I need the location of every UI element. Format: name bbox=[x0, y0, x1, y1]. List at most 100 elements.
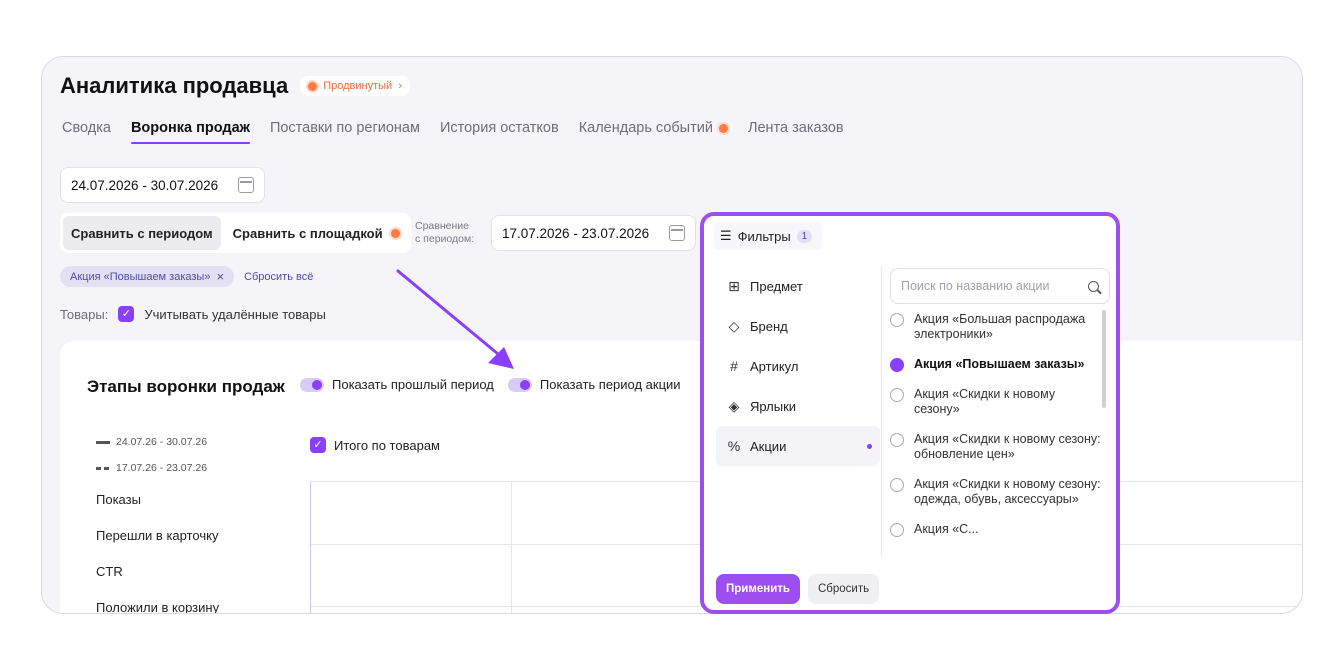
toggle-switch[interactable] bbox=[300, 377, 324, 392]
promo-option[interactable]: Акция «Скидки к новому сезону» bbox=[890, 387, 1104, 417]
promo-option[interactable]: Акция «Скидки к новому сезону: одежда, о… bbox=[890, 477, 1104, 507]
date-range-value: 24.07.2026 - 30.07.2026 bbox=[71, 177, 219, 193]
toggle-prev-period[interactable]: Показать прошлый период bbox=[300, 377, 494, 392]
annotation-arrow-icon bbox=[396, 269, 514, 369]
category-promotions[interactable]: % Акции bbox=[716, 426, 880, 466]
compare-platform-label: Сравнить с площадкой bbox=[232, 225, 383, 241]
radio-button[interactable] bbox=[890, 433, 904, 447]
promo-search-input[interactable]: Поиск по названию акции bbox=[890, 268, 1110, 304]
promo-option[interactable]: Акция «Большая распродажа электроники» bbox=[890, 312, 1104, 342]
hash-icon: # bbox=[730, 358, 738, 374]
funnel-toggles: Показать прошлый период Показать период … bbox=[300, 377, 685, 392]
grid-line bbox=[511, 482, 512, 613]
tab-summary[interactable]: Сводка bbox=[62, 120, 111, 144]
plan-badge[interactable]: Продвинутый › bbox=[300, 76, 410, 96]
page-title: Аналитика продавца bbox=[60, 73, 289, 98]
date-range-input[interactable]: 24.07.2026 - 30.07.2026 bbox=[60, 167, 265, 203]
chevron-right-icon: › bbox=[398, 80, 402, 92]
option-label: Акция «Скидки к новому сезону: обновлени… bbox=[914, 432, 1101, 461]
compare-period-caption: Сравнение с периодом: bbox=[415, 220, 474, 246]
tab-orders-feed[interactable]: Лента заказов bbox=[748, 120, 844, 144]
filters-title: Фильтры bbox=[737, 228, 791, 244]
category-brand[interactable]: ◇ Бренд bbox=[716, 306, 880, 346]
tab-sales-funnel[interactable]: Воронка продаж bbox=[130, 120, 250, 144]
compare-date-input[interactable]: 17.07.2026 - 23.07.2026 bbox=[491, 215, 696, 251]
radio-button[interactable] bbox=[890, 523, 904, 537]
tags-icon: ◈ bbox=[728, 397, 740, 414]
tab-bar: Сводка Воронка продаж Поставки по регион… bbox=[62, 120, 844, 144]
toggle-label: Показать прошлый период bbox=[332, 377, 494, 392]
compare-platform-button[interactable]: Сравнить с площадкой bbox=[225, 216, 408, 250]
category-label: Артикул bbox=[750, 358, 799, 374]
tag-icon: ◇ bbox=[728, 317, 740, 334]
category-label: Предмет bbox=[750, 278, 803, 294]
category-article[interactable]: # Артикул bbox=[716, 346, 880, 386]
category-subject[interactable]: ⊞ Предмет bbox=[716, 266, 880, 306]
divider bbox=[881, 266, 882, 556]
option-label: Акция «С... bbox=[914, 522, 979, 536]
radio-button[interactable] bbox=[890, 478, 904, 492]
filters-popup: ☰ Фильтры 1 ⊞ Предмет ◇ Бренд # Артикул ◈ Яр… bbox=[700, 212, 1120, 614]
tab-regional-supplies[interactable]: Поставки по регионам bbox=[270, 120, 420, 144]
tab-label: Лента заказов bbox=[747, 120, 844, 136]
radio-button[interactable] bbox=[890, 388, 904, 402]
reset-all-link[interactable]: Сбросить всё bbox=[244, 271, 313, 283]
tab-label: Воронка продаж bbox=[130, 120, 250, 136]
option-label: Акция «Скидки к новому сезону» bbox=[914, 387, 1056, 416]
metric-add-to-cart: Положили в корзину bbox=[96, 599, 220, 614]
total-checkbox[interactable]: ✓ bbox=[310, 437, 326, 453]
active-dot-icon bbox=[867, 444, 872, 449]
new-dot-icon bbox=[718, 123, 728, 133]
radio-button-checked[interactable] bbox=[890, 358, 904, 372]
dashed-line-icon bbox=[96, 466, 110, 470]
plan-badge-label: Продвинутый bbox=[323, 80, 393, 92]
category-labels[interactable]: ◈ Ярлыки bbox=[716, 386, 880, 426]
title-row: Аналитика продавца Продвинутый › bbox=[60, 73, 410, 99]
include-deleted-checkbox[interactable]: ✓ bbox=[118, 306, 135, 322]
sliders-icon: ☰ bbox=[720, 228, 732, 243]
total-row: ✓ Итого по товарам bbox=[310, 437, 440, 453]
new-dot-icon bbox=[390, 228, 400, 238]
tab-events-calendar[interactable]: Календарь событий bbox=[579, 120, 728, 144]
promo-option[interactable]: Акция «Скидки к новому сезону: обновлени… bbox=[890, 432, 1104, 462]
filters-header[interactable]: ☰ Фильтры 1 bbox=[714, 222, 823, 250]
reset-button[interactable]: Сбросить bbox=[807, 574, 880, 604]
filters-count-badge: 1 bbox=[796, 229, 813, 243]
tab-label: Сводка bbox=[62, 120, 111, 136]
legend-item-previous: 17.07.26 - 23.07.26 bbox=[96, 455, 207, 481]
caption-line: с периодом: bbox=[415, 233, 475, 245]
solid-line-icon bbox=[96, 440, 110, 444]
total-label: Итого по товарам bbox=[334, 437, 440, 453]
filter-chip-label: Акция «Повышаем заказы» bbox=[70, 270, 211, 283]
metrics-list: Показы Перешли в карточку CTR Положили в… bbox=[96, 481, 219, 614]
search-placeholder: Поиск по названию акции bbox=[901, 279, 1050, 293]
close-icon[interactable]: × bbox=[216, 270, 224, 283]
promo-option[interactable]: Акция «С... bbox=[890, 522, 1104, 537]
funnel-title: Этапы воронки продаж bbox=[87, 377, 285, 396]
promo-options: Акция «Большая распродажа электроники» А… bbox=[890, 312, 1104, 552]
promo-option-selected[interactable]: Акция «Повышаем заказы» bbox=[890, 357, 1104, 372]
category-label: Акции bbox=[750, 438, 787, 454]
goods-row: Товары: ✓ Учитывать удалённые товары bbox=[60, 306, 326, 322]
compare-period-label: Сравнить с периодом bbox=[71, 225, 213, 241]
legend-item-current: 24.07.26 - 30.07.26 bbox=[96, 429, 207, 455]
grid-plus-icon: ⊞ bbox=[728, 277, 740, 294]
popup-footer: Применить Сбросить bbox=[716, 574, 880, 604]
metric-impressions: Показы bbox=[96, 491, 141, 507]
include-deleted-label: Учитывать удалённые товары bbox=[144, 306, 326, 322]
category-label: Ярлыки bbox=[750, 398, 797, 414]
toggle-promo-period[interactable]: Показать период акции bbox=[507, 377, 681, 392]
legend: 24.07.26 - 30.07.26 17.07.26 - 23.07.26 bbox=[96, 429, 207, 481]
tab-label: Календарь событий bbox=[578, 120, 713, 136]
filter-chip[interactable]: Акция «Повышаем заказы» × bbox=[60, 266, 235, 287]
scrollbar[interactable] bbox=[1102, 310, 1106, 408]
tab-stock-history[interactable]: История остатков bbox=[440, 120, 559, 144]
percent-icon: % bbox=[727, 438, 741, 454]
radio-button[interactable] bbox=[890, 313, 904, 327]
apply-button[interactable]: Применить bbox=[716, 574, 800, 604]
toggle-switch[interactable] bbox=[507, 377, 532, 392]
compare-period-button[interactable]: Сравнить с периодом bbox=[63, 216, 221, 250]
filter-categories: ⊞ Предмет ◇ Бренд # Артикул ◈ Ярлыки % Акции bbox=[716, 266, 880, 466]
metric-ctr: CTR bbox=[96, 563, 123, 579]
option-label: Акция «Повышаем заказы» bbox=[914, 357, 1085, 371]
